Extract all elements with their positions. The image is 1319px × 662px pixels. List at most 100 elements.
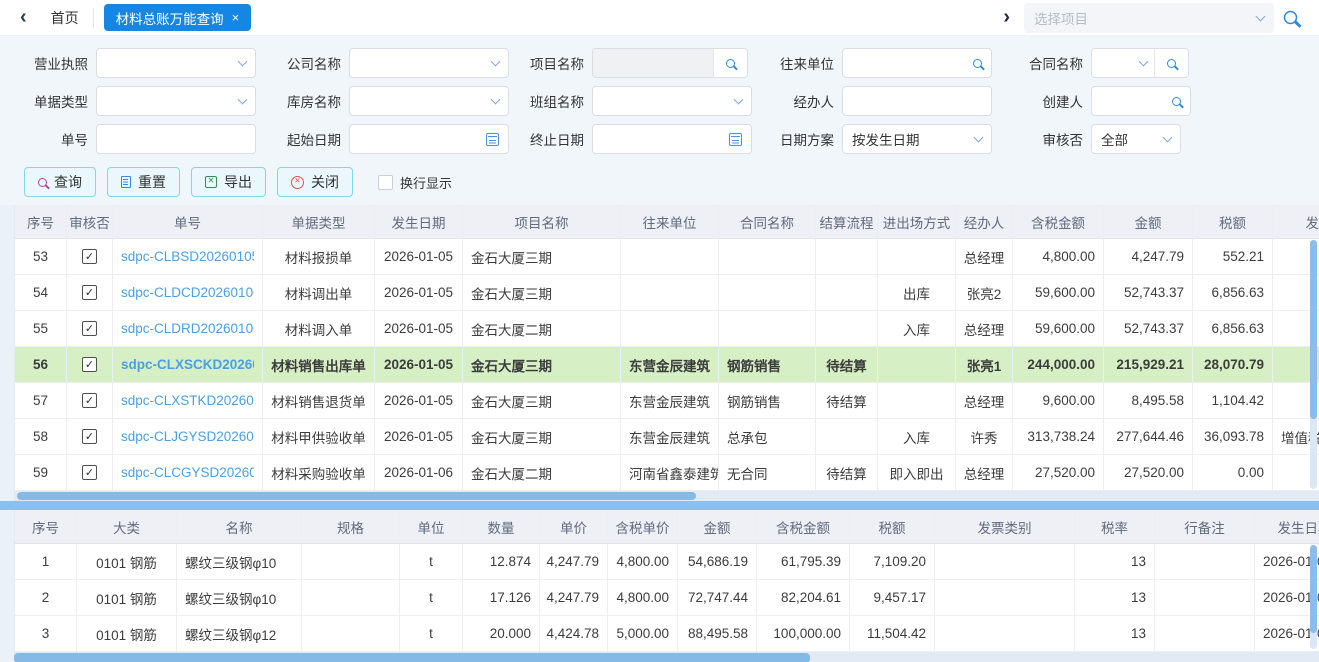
table-row[interactable]: 57✓sdpc-CLXSTKD20260105材料销售退货单2026-01-05…	[15, 383, 1319, 419]
end-date-input[interactable]	[592, 124, 752, 154]
doc-number-link[interactable]: sdpc-CLXSTKD20260105	[121, 393, 254, 408]
table-row[interactable]: 53✓sdpc-CLBSD2026010500材料报损单2026-01-05金石…	[15, 239, 1319, 275]
row-checkbox[interactable]: ✓	[82, 393, 97, 408]
master-vertical-scrollbar[interactable]	[1310, 240, 1317, 489]
panel-splitter[interactable]	[0, 501, 1319, 510]
scrollbar-thumb[interactable]	[1310, 240, 1317, 419]
scrollbar-thumb[interactable]	[14, 653, 810, 662]
doc-number-link[interactable]: sdpc-CLJGYSD20260105	[121, 429, 254, 444]
cell	[302, 580, 400, 616]
wrap-display-checkbox[interactable]: 换行显示	[378, 173, 452, 192]
counterparty-input[interactable]	[842, 48, 992, 78]
cell: 张亮1	[956, 347, 1013, 383]
cell	[1155, 544, 1255, 580]
project-select[interactable]: 选择项目	[1024, 3, 1274, 33]
doc-type-select[interactable]	[96, 86, 256, 116]
cell: 8,495.58	[1104, 383, 1193, 419]
scrollbar-thumb[interactable]	[1310, 545, 1317, 633]
cell: 许秀	[956, 419, 1013, 455]
warehouse-name-select[interactable]	[349, 86, 509, 116]
column-header: 单据类型	[263, 205, 375, 239]
column-header: 数量	[463, 510, 540, 544]
row-checkbox[interactable]: ✓	[82, 465, 97, 480]
table-row[interactable]: 54✓sdpc-CLDCD2026010000材料调出单2026-01-05金石…	[15, 275, 1319, 311]
cell: ✓	[67, 383, 113, 419]
tab-close-icon[interactable]: ×	[232, 10, 240, 25]
contract-name-select[interactable]	[1092, 49, 1154, 77]
business-license-select[interactable]	[96, 48, 256, 78]
filter-business-license: 营业执照	[14, 48, 267, 78]
cell: 材料报损单	[263, 239, 375, 275]
row-checkbox[interactable]: ✓	[82, 249, 97, 264]
team-name-select[interactable]	[592, 86, 752, 116]
table-row[interactable]: 20101 钢筋螺纹三级钢φ10t17.1264,247.794,800.007…	[15, 580, 1319, 616]
project-name-input[interactable]	[593, 49, 713, 77]
cell: 4,424.78	[540, 616, 608, 652]
doc-number-link[interactable]: sdpc-CLXSCKD20260105	[121, 357, 254, 372]
table-row[interactable]: 59✓sdpc-CLCGYSD20260106材料采购验收单2026-01-06…	[15, 455, 1319, 491]
cell: 总经理	[956, 383, 1013, 419]
tab-material-ledger-query[interactable]: 材料总账万能查询 ×	[104, 4, 252, 31]
query-button[interactable]: 查询	[24, 167, 96, 197]
filter-label: 经办人	[760, 91, 834, 111]
contract-name-search-button[interactable]	[1154, 49, 1188, 77]
checkbox-icon	[378, 175, 393, 190]
cell: 金石大厦二期	[463, 311, 621, 347]
cell: 552.21	[1193, 239, 1273, 275]
cell: 28,070.79	[1193, 347, 1273, 383]
start-date-input[interactable]	[349, 124, 509, 154]
forward-chevron-icon[interactable]: ›	[989, 6, 1024, 29]
filter-doc-type: 单据类型	[14, 86, 267, 116]
doc-number-input[interactable]	[96, 124, 256, 154]
cell: 59,600.00	[1013, 275, 1104, 311]
export-button[interactable]: 导出	[191, 167, 266, 197]
column-header: 发票类别	[1273, 205, 1319, 239]
search-icon	[1172, 97, 1181, 106]
audit-status-select[interactable]: 全部	[1091, 124, 1181, 154]
cell: 无合同	[719, 455, 816, 491]
project-search-icon[interactable]	[1284, 11, 1298, 25]
doc-number-link[interactable]: sdpc-CLDRD2026010000	[121, 321, 254, 336]
home-tab[interactable]: 首页	[37, 8, 93, 28]
handler-input[interactable]	[842, 86, 992, 116]
filter-handler: 经办人	[760, 86, 1009, 116]
cell: 2026-01-06	[375, 455, 463, 491]
doc-number-link[interactable]: sdpc-CLDCD2026010000	[121, 285, 254, 300]
doc-number-link[interactable]: sdpc-CLCGYSD20260106	[121, 465, 254, 480]
back-chevron-icon[interactable]: ‹	[10, 6, 37, 29]
cell	[302, 544, 400, 580]
cell: 材料销售出库单	[263, 347, 375, 383]
table-row[interactable]: 10101 钢筋螺纹三级钢φ10t12.8744,247.794,800.005…	[15, 544, 1319, 580]
row-checkbox[interactable]: ✓	[82, 321, 97, 336]
row-checkbox[interactable]: ✓	[82, 285, 97, 300]
cell: t	[400, 616, 463, 652]
close-button[interactable]: 关闭	[277, 167, 353, 197]
project-name-search-button[interactable]	[713, 49, 747, 77]
table-row[interactable]: 55✓sdpc-CLDRD2026010000材料调入单2026-01-05金石…	[15, 311, 1319, 347]
cell: ✓	[67, 239, 113, 275]
row-checkbox[interactable]: ✓	[82, 429, 97, 444]
row-checkbox[interactable]: ✓	[82, 357, 97, 372]
cell: 材料调出单	[263, 275, 375, 311]
detail-vertical-scrollbar[interactable]	[1310, 545, 1317, 649]
date-scheme-select[interactable]: 按发生日期	[842, 124, 992, 154]
detail-horizontal-scrollbar[interactable]	[14, 652, 1319, 662]
table-row[interactable]: 56✓sdpc-CLXSCKD20260105材料销售出库单2026-01-05…	[15, 347, 1319, 383]
filter-label: 创建人	[1009, 91, 1083, 111]
table-row[interactable]: 58✓sdpc-CLJGYSD20260105材料甲供验收单2026-01-05…	[15, 419, 1319, 455]
master-horizontal-scrollbar[interactable]	[14, 491, 1319, 501]
table-row[interactable]: 30101 钢筋螺纹三级钢φ12t20.0004,424.785,000.008…	[15, 616, 1319, 652]
reset-button[interactable]: 重置	[107, 167, 180, 197]
column-header: 大类	[77, 510, 177, 544]
scrollbar-thumb[interactable]	[17, 492, 696, 500]
company-name-select[interactable]	[349, 48, 509, 78]
filter-label: 往来单位	[760, 53, 834, 73]
creator-input[interactable]	[1091, 86, 1191, 116]
column-header: 项目名称	[463, 205, 621, 239]
filter-label: 项目名称	[510, 53, 584, 73]
column-header: 发票类别	[935, 510, 1075, 544]
filter-company-name: 公司名称	[267, 48, 510, 78]
cell: 金石大厦三期	[463, 383, 621, 419]
cell: 4,800.00	[1013, 239, 1104, 275]
doc-number-link[interactable]: sdpc-CLBSD2026010500	[121, 249, 254, 264]
